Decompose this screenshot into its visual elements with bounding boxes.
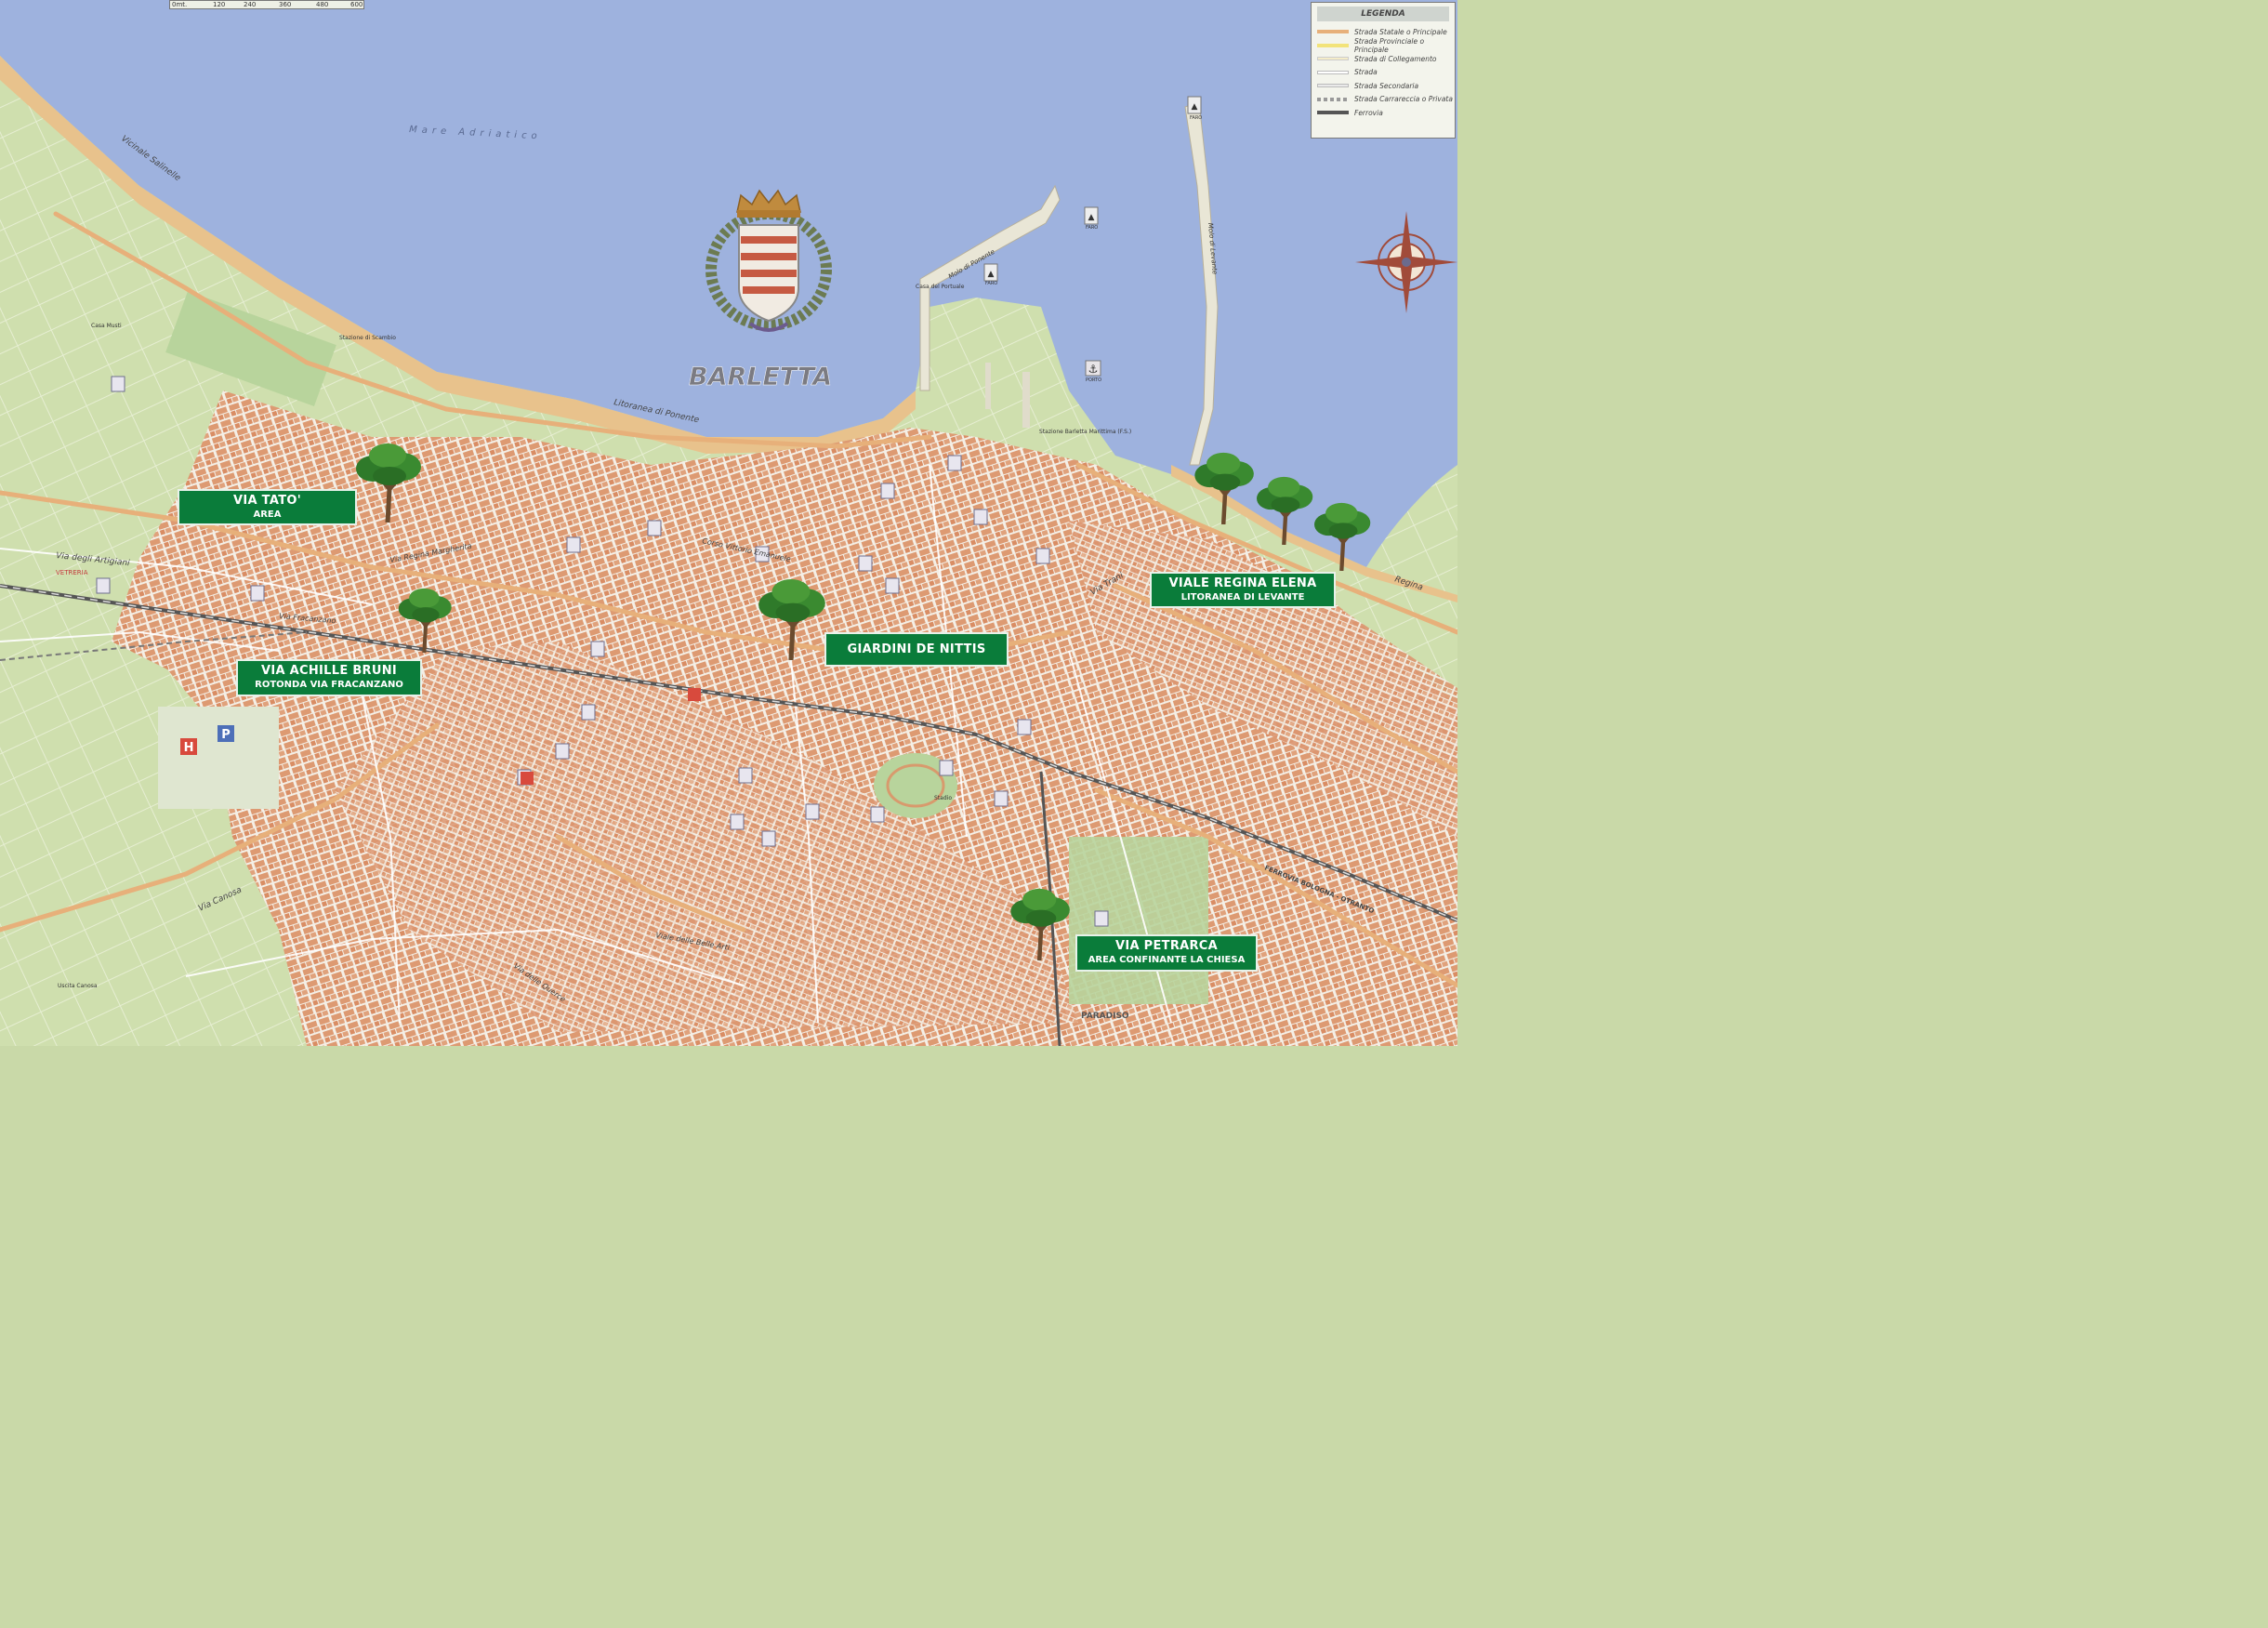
marker-subtitle: LITORANEA DI LEVANTE	[1180, 592, 1305, 603]
label-faro-3: FARO	[985, 281, 997, 286]
marker-subtitle: ROTONDA VIA FRACANZANO	[255, 680, 403, 691]
label-porto: PORTO	[1086, 377, 1101, 383]
lighthouse-icon: ▲	[1084, 206, 1099, 225]
tree-icon	[356, 443, 421, 523]
port-anchor-icon: ⚓	[1085, 360, 1101, 377]
legend-label: Strada Statale o Principale	[1354, 27, 1447, 36]
legend-label: Strada	[1354, 68, 1378, 77]
city-map[interactable]: ⚓ ▲ ▲ ▲ H P Mare Adriatico BARLETTA Molo…	[0, 0, 1457, 1046]
label-stadio: Stadio	[934, 795, 952, 801]
parking-icon: P	[218, 725, 234, 742]
legend-label: Strada Secondaria	[1354, 81, 1419, 90]
city-name: BARLETTA	[689, 363, 832, 391]
legend-item: Strada Secondaria	[1312, 79, 1455, 93]
scale-tick: 120	[213, 1, 226, 8]
legend-swatch	[1317, 97, 1349, 101]
label-vetreria: VETRERIA	[56, 569, 88, 576]
scale-unit: 0mt.	[172, 1, 188, 8]
tree-icon	[398, 588, 452, 653]
marker-via-achille-bruni[interactable]: VIA ACHILLE BRUNI ROTONDA VIA FRACANZANO	[236, 659, 422, 696]
marker-subtitle: AREA CONFINANTE LA CHIESA	[1088, 955, 1246, 966]
label-casa-portuale: Casa del Portuale	[916, 284, 965, 290]
legend-item: Strada di Collegamento	[1312, 52, 1455, 66]
scale-tick: 600	[350, 1, 363, 8]
scale-bar: 0mt. 120 240 360 480 600	[169, 0, 364, 9]
legend-swatch	[1317, 43, 1349, 47]
marker-title: VIA ACHILLE BRUNI	[260, 664, 398, 678]
marker-giardini-de-nittis[interactable]: GIARDINI DE NITTIS	[824, 632, 1009, 667]
tree-icon	[1257, 476, 1313, 545]
legend-swatch	[1317, 57, 1349, 61]
legend-item: Strada Carrareccia o Privata	[1312, 93, 1455, 107]
map-legend: LEGENDA Strada Statale o Principale Stra…	[1311, 2, 1456, 139]
marker-via-petrarca[interactable]: VIA PETRARCA AREA CONFINANTE LA CHIESA	[1075, 934, 1258, 972]
legend-swatch	[1317, 70, 1349, 74]
label-paradiso: PARADISO	[1081, 1012, 1129, 1021]
tree-icon	[1194, 452, 1254, 524]
label-uscita-canosa: Uscita Canosa	[58, 983, 98, 989]
legend-title: LEGENDA	[1317, 7, 1449, 21]
legend-label: Strada Provinciale o Principale	[1354, 36, 1425, 54]
scale-tick: 480	[316, 1, 329, 8]
marker-viale-regina-elena[interactable]: VIALE REGINA ELENA LITORANEA DI LEVANTE	[1150, 572, 1336, 608]
scale-tick: 240	[244, 1, 257, 8]
tree-icon	[1010, 888, 1070, 960]
legend-label: Ferrovia	[1354, 108, 1383, 117]
legend-item: Strada	[1312, 66, 1455, 80]
label-faro-1: FARO	[1190, 115, 1202, 121]
svg-text:H: H	[184, 741, 194, 755]
legend-label: Strada di Collegamento	[1354, 54, 1437, 63]
label-casa-musti: Casa Musti	[91, 323, 122, 329]
legend-swatch	[1317, 111, 1349, 115]
svg-text:P: P	[221, 728, 231, 742]
lighthouse-icon: ▲	[1187, 96, 1202, 114]
hospital-icon: H	[180, 738, 197, 755]
legend-swatch	[1317, 84, 1349, 88]
marker-title: VIA TATO'	[233, 494, 301, 508]
label-stazione-scambio: Stazione di Scambio	[339, 335, 396, 341]
marker-title: GIARDINI DE NITTIS	[847, 642, 986, 656]
svg-text:▲: ▲	[1088, 213, 1095, 222]
svg-text:▲: ▲	[988, 270, 995, 279]
svg-text:⚓: ⚓	[1088, 363, 1099, 376]
marker-title: VIALE REGINA ELENA	[1168, 576, 1317, 590]
legend-item: Ferrovia	[1312, 106, 1455, 120]
scale-tick: 360	[279, 1, 292, 8]
label-stazione-marittima: Stazione Barletta Marittima (F.S.)	[1039, 429, 1131, 435]
marker-subtitle: AREA	[253, 510, 282, 521]
legend-swatch	[1317, 30, 1349, 34]
marker-title: VIA PETRARCA	[1114, 939, 1219, 953]
svg-text:▲: ▲	[1192, 102, 1198, 112]
legend-label: Strada Carrareccia o Privata	[1354, 95, 1453, 104]
lighthouse-icon: ▲	[983, 263, 998, 282]
label-faro-2: FARO	[1086, 225, 1098, 231]
legend-item: Strada Provinciale o Principale	[1312, 36, 1455, 54]
marker-via-tato[interactable]: VIA TATO' AREA	[178, 489, 357, 525]
tree-icon	[1314, 502, 1371, 571]
tree-icon	[758, 579, 825, 660]
